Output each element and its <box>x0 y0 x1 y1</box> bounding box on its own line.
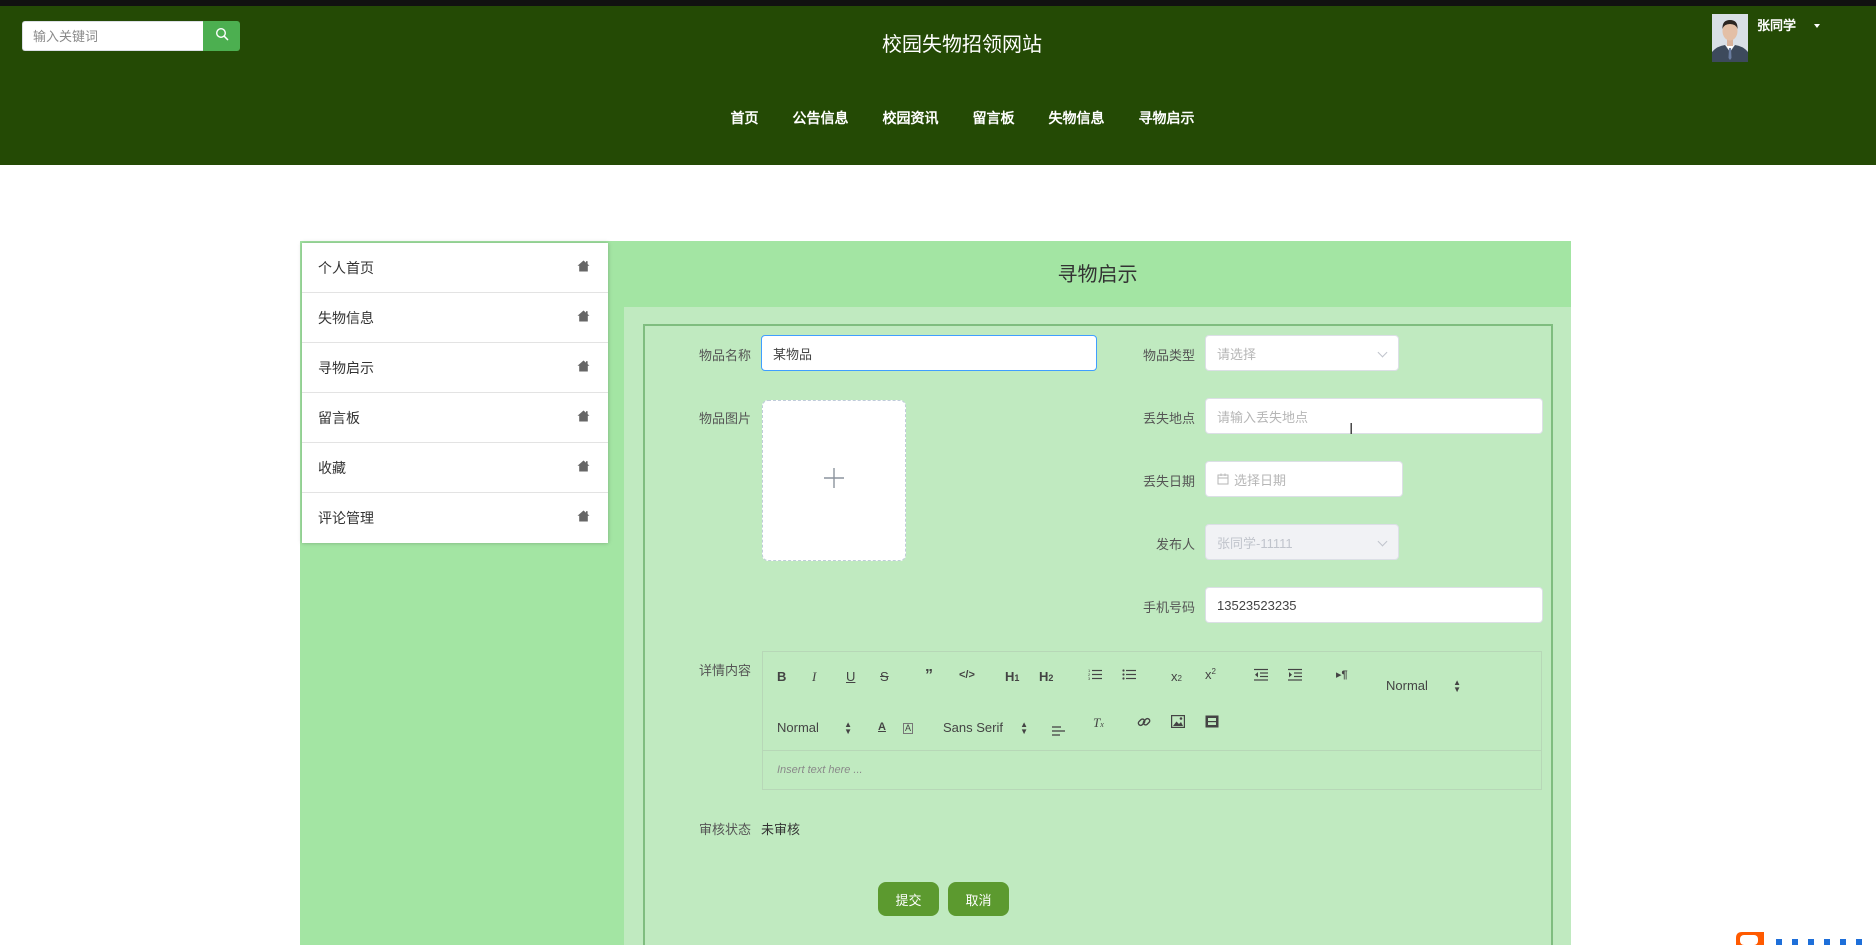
chevron-down-icon <box>1377 347 1388 358</box>
sidebar-item-label: 寻物启示 <box>318 359 374 376</box>
sidebar-menu: 个人首页 失物信息 寻物启示 留言板 收藏 评论管理 <box>302 243 608 543</box>
page-title: 寻物启示 <box>1057 264 1138 286</box>
header-select-value: Normal <box>1386 678 1428 693</box>
superscript-icon[interactable]: x2 <box>1205 667 1216 682</box>
italic-icon[interactable]: I <box>812 669 816 685</box>
review-status-value: 未审核 <box>761 822 801 837</box>
sidebar-item-personal-home[interactable]: 个人首页 <box>302 243 608 293</box>
floating-toolbar-widget[interactable] <box>1736 930 1876 945</box>
item-type-select[interactable]: 请选择 <box>1205 335 1399 371</box>
nav-item-home[interactable]: 首页 <box>731 108 759 128</box>
strikethrough-icon[interactable]: S <box>880 669 889 684</box>
home-icon <box>577 409 590 427</box>
header-2-icon[interactable]: H2 <box>1039 669 1053 684</box>
sidebar-item-label: 留言板 <box>318 409 360 426</box>
indent-icon[interactable] <box>1288 668 1302 684</box>
video-icon[interactable] <box>1205 715 1219 731</box>
link-icon[interactable] <box>1137 715 1151 732</box>
nav-item-lost-items[interactable]: 失物信息 <box>1049 108 1105 128</box>
svg-text:3: 3 <box>1088 676 1091 681</box>
ordered-list-icon[interactable]: 123 <box>1088 668 1102 684</box>
nav-item-message-board[interactable]: 留言板 <box>973 108 1015 128</box>
cancel-button[interactable]: 取消 <box>948 882 1009 916</box>
select-arrows-icon: ▲ ▼ <box>1020 720 1028 736</box>
bold-icon[interactable]: B <box>777 669 786 684</box>
plus-icon <box>822 466 846 495</box>
image-icon[interactable] <box>1171 715 1186 731</box>
align-icon[interactable] <box>1052 724 1065 739</box>
phone-input[interactable]: 13523523235 <box>1205 587 1543 623</box>
sidebar-item-label: 收藏 <box>318 459 346 476</box>
home-icon <box>577 309 590 327</box>
outdent-icon[interactable] <box>1254 668 1268 684</box>
main-nav: 首页 公告信息 校园资讯 留言板 失物信息 寻物启示 <box>0 108 1876 128</box>
sidebar-item-message-board[interactable]: 留言板 <box>302 393 608 443</box>
phone-value: 13523523235 <box>1217 597 1297 613</box>
item-type-placeholder: 请选择 <box>1217 346 1257 362</box>
submit-button[interactable]: 提交 <box>878 882 939 916</box>
select-arrows-icon: ▲ ▼ <box>1453 678 1461 694</box>
publisher-value: 张同学-11111 <box>1217 535 1293 551</box>
lost-date-placeholder: 选择日期 <box>1234 472 1287 488</box>
sidebar-item-lost-items[interactable]: 失物信息 <box>302 293 608 343</box>
phone-label: 手机号码 <box>1143 600 1196 615</box>
text-cursor-icon: I <box>1349 421 1354 438</box>
text-color-icon[interactable]: A <box>878 721 886 733</box>
editor-toolbar: B I U S ” </> H1 H2 123 x2 x2 ▸¶ Normal … <box>763 652 1541 751</box>
item-name-input[interactable]: 某物品 <box>761 335 1097 371</box>
background-color-icon[interactable]: A <box>903 723 914 734</box>
code-block-icon[interactable]: </> <box>959 669 975 681</box>
lost-date-label: 丢失日期 <box>1143 474 1196 489</box>
lost-place-label: 丢失地点 <box>1143 411 1196 426</box>
underline-icon[interactable]: U <box>846 669 855 684</box>
sidebar-item-favorites[interactable]: 收藏 <box>302 443 608 493</box>
lost-date-picker[interactable]: 选择日期 <box>1205 461 1403 497</box>
item-type-label: 物品类型 <box>1143 348 1196 363</box>
detail-label: 详情内容 <box>699 663 752 678</box>
editor-content[interactable]: Insert text here ... <box>777 764 863 776</box>
text-direction-icon[interactable]: ▸¶ <box>1336 668 1348 681</box>
font-select[interactable]: Sans Serif ▲ ▼ <box>943 720 1028 736</box>
sidebar-item-comment-management[interactable]: 评论管理 <box>302 493 608 543</box>
caret-down-icon[interactable] <box>1814 24 1820 28</box>
publisher-label: 发布人 <box>1156 537 1196 552</box>
publisher-select: 张同学-11111 <box>1205 524 1399 560</box>
site-header: 校园失物招领网站 张同学 首页 公告信息 校园资讯 留言板 失物信息 寻物启示 <box>0 6 1876 165</box>
sidebar-item-label: 个人首页 <box>318 259 374 276</box>
home-icon <box>577 459 590 477</box>
site-title: 校园失物招领网站 <box>882 34 1042 56</box>
lost-place-placeholder: 请输入丢失地点 <box>1217 409 1309 425</box>
select-arrows-icon: ▲ ▼ <box>844 720 852 736</box>
nav-item-campus-news[interactable]: 校园资讯 <box>883 108 939 128</box>
nav-item-lost-notices[interactable]: 寻物启示 <box>1139 108 1195 128</box>
subscript-icon[interactable]: x2 <box>1171 669 1182 684</box>
home-icon <box>577 259 590 277</box>
calendar-icon <box>1217 473 1229 485</box>
item-image-label: 物品图片 <box>699 411 752 426</box>
clear-format-icon[interactable]: Tx <box>1093 715 1104 731</box>
home-icon <box>577 359 590 377</box>
blockquote-icon[interactable]: ” <box>925 667 933 685</box>
username[interactable]: 张同学 <box>1757 15 1796 34</box>
header-1-icon[interactable]: H1 <box>1005 669 1019 684</box>
home-icon <box>577 509 590 527</box>
review-status-label: 审核状态 <box>699 822 752 837</box>
size-select[interactable]: Normal ▲ ▼ <box>777 720 852 736</box>
image-uploader[interactable] <box>762 400 906 561</box>
font-select-value: Sans Serif <box>943 720 1003 735</box>
bullet-list-icon[interactable] <box>1122 668 1136 684</box>
chevron-down-icon <box>1377 536 1388 547</box>
sidebar-item-label: 失物信息 <box>318 309 374 326</box>
rich-text-editor: B I U S ” </> H1 H2 123 x2 x2 ▸¶ Normal … <box>762 651 1542 790</box>
item-name-label: 物品名称 <box>699 348 752 363</box>
nav-item-announcements[interactable]: 公告信息 <box>793 108 849 128</box>
lost-place-input[interactable]: 请输入丢失地点 <box>1205 398 1543 434</box>
size-select-value: Normal <box>777 720 819 735</box>
user-avatar[interactable] <box>1712 14 1748 62</box>
sidebar-item-label: 评论管理 <box>318 510 374 526</box>
item-name-value: 某物品 <box>773 346 813 362</box>
sidebar-item-lost-notices[interactable]: 寻物启示 <box>302 343 608 393</box>
header-select[interactable]: Normal ▲ ▼ <box>1386 678 1461 694</box>
